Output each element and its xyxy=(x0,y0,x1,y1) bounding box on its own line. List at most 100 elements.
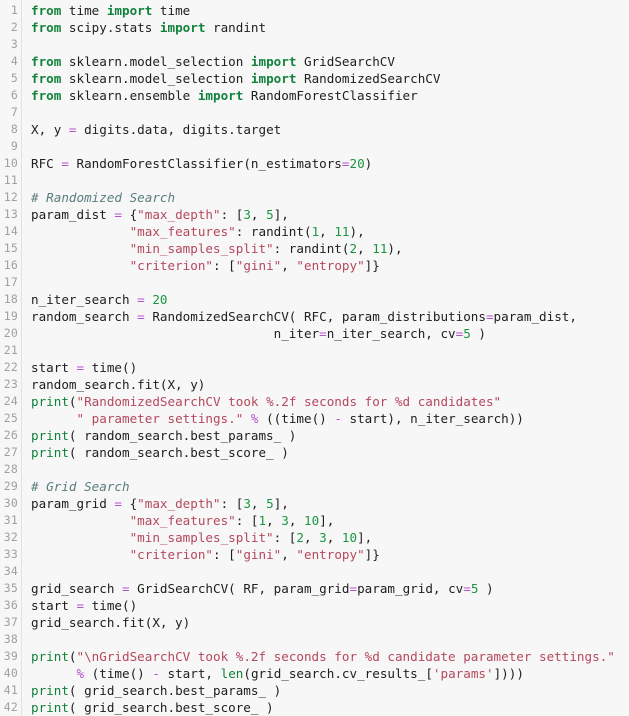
code-line[interactable]: random_search.fit(X, y) xyxy=(31,376,629,393)
code-line[interactable]: "max_features": [1, 3, 10], xyxy=(31,512,629,529)
code-token-pl: , xyxy=(281,547,297,562)
code-token-str: "max_depth" xyxy=(137,207,221,222)
code-line[interactable] xyxy=(31,274,629,291)
code-token-kw: from xyxy=(31,20,69,35)
code-token-pl: : randint( xyxy=(273,241,350,256)
code-token-kw: import xyxy=(159,20,206,35)
code-line[interactable]: grid_search.fit(X, y) xyxy=(31,614,629,631)
code-line[interactable]: from time import time xyxy=(31,2,629,19)
code-token-pl: digits.data, digits.target xyxy=(76,122,282,137)
code-line[interactable] xyxy=(31,461,629,478)
code-line[interactable]: param_grid = {"max_depth": [3, 5], xyxy=(31,495,629,512)
code-line[interactable]: # Grid Search xyxy=(31,478,629,495)
code-token-kw: import xyxy=(250,54,297,69)
code-line[interactable] xyxy=(31,36,629,53)
code-token-str: " parameter settings." xyxy=(76,411,244,426)
code-token-bi: print xyxy=(31,394,69,409)
code-token-num: 20 xyxy=(349,156,365,171)
line-number: 30 xyxy=(3,496,18,510)
code-token-pl: , xyxy=(250,207,267,222)
code-line[interactable]: "min_samples_split": [2, 3, 10], xyxy=(31,529,629,546)
line-number: 18 xyxy=(3,292,18,306)
line-number: 20 xyxy=(3,326,18,340)
code-line[interactable]: from sklearn.model_selection import Rand… xyxy=(31,70,629,87)
code-line[interactable]: print("RandomizedSearchCV took %.2f seco… xyxy=(31,393,629,410)
code-line[interactable] xyxy=(31,172,629,189)
code-line[interactable]: "max_features": randint(1, 11), xyxy=(31,223,629,240)
code-line[interactable]: % (time() - start, len(grid_search.cv_re… xyxy=(31,665,629,682)
code-token-pl: time xyxy=(152,3,191,18)
code-line[interactable]: n_iter_search = 20 xyxy=(31,291,629,308)
code-line[interactable]: grid_search = GridSearchCV( RF, param_gr… xyxy=(31,580,629,597)
code-token-op: = xyxy=(76,360,85,375)
code-line[interactable]: from sklearn.ensemble import RandomFores… xyxy=(31,87,629,104)
code-line[interactable]: "criterion": ["gini", "entropy"]} xyxy=(31,257,629,274)
code-line[interactable] xyxy=(31,104,629,121)
code-token-pl: , xyxy=(326,530,342,545)
code-token-num: 5 xyxy=(266,207,274,222)
code-token-num: 5 xyxy=(463,326,471,341)
code-editor[interactable]: 1 2 3 4 5 6 7 8 9 10 11 12 13 14 15 16 17 18 19 20 21 22 23 24 2… xyxy=(0,0,629,716)
line-number: 29 xyxy=(3,479,18,493)
code-line[interactable]: start = time() xyxy=(31,359,629,376)
code-token-pl: : [ xyxy=(273,530,297,545)
code-line[interactable]: RFC = RandomForestClassifier(n_estimator… xyxy=(31,155,629,172)
code-line[interactable]: print("\nGridSearchCV took %.2f seconds … xyxy=(31,648,629,665)
line-number: 19 xyxy=(3,309,18,323)
code-token-op: % xyxy=(76,666,85,681)
code-line[interactable]: print( random_search.best_params_ ) xyxy=(31,427,629,444)
code-token-pl: ( xyxy=(68,394,77,409)
code-line[interactable]: print( grid_search.best_score_ ) xyxy=(31,699,629,716)
code-line[interactable]: print( grid_search.best_params_ ) xyxy=(31,682,629,699)
code-line[interactable]: random_search = RandomizedSearchCV( RFC,… xyxy=(31,308,629,325)
code-token-str: "RandomizedSearchCV took %.2f seconds fo… xyxy=(76,394,502,409)
code-content-area[interactable]: from time import time from scipy.stats im… xyxy=(22,0,629,716)
code-line[interactable]: "min_samples_split": randint(2, 11), xyxy=(31,240,629,257)
line-number: 36 xyxy=(3,598,18,612)
code-line[interactable]: start = time() xyxy=(31,597,629,614)
code-token-pl: RandomForestClassifier xyxy=(243,88,418,103)
code-line[interactable]: from scipy.stats import randint xyxy=(31,19,629,36)
line-number: 42 xyxy=(3,700,18,714)
code-token-op: = xyxy=(137,309,145,324)
code-token-str: "min_samples_split" xyxy=(129,530,274,545)
code-line[interactable] xyxy=(31,563,629,580)
code-token-pl: ], xyxy=(319,513,335,528)
code-line[interactable]: # Randomized Search xyxy=(31,189,629,206)
code-line[interactable]: "criterion": ["gini", "entropy"]} xyxy=(31,546,629,563)
code-line[interactable] xyxy=(31,342,629,359)
code-line[interactable]: X, y = digits.data, digits.target xyxy=(31,121,629,138)
code-token-pl: RFC xyxy=(31,156,62,171)
code-token-num: 11 xyxy=(334,224,350,239)
code-line[interactable]: from sklearn.model_selection import Grid… xyxy=(31,53,629,70)
code-line[interactable]: " parameter settings." % ((time() - star… xyxy=(31,410,629,427)
code-token-pl: , xyxy=(281,258,297,273)
line-number: 41 xyxy=(3,683,18,697)
code-token-pl: : randint( xyxy=(235,224,312,239)
code-token-str: "min_samples_split" xyxy=(129,241,274,256)
code-line[interactable]: param_dist = {"max_depth": [3, 5], xyxy=(31,206,629,223)
code-token-op: = xyxy=(349,581,358,596)
code-token-num: 3 xyxy=(243,207,251,222)
code-token-bi: print xyxy=(31,649,69,664)
line-number: 38 xyxy=(3,632,18,646)
code-token-str: "entropy" xyxy=(296,547,365,562)
code-token-pl: param_dist, xyxy=(493,309,577,324)
line-number: 10 xyxy=(3,156,18,170)
code-token-pl: ]} xyxy=(364,547,380,562)
code-token-pl: : [ xyxy=(220,207,244,222)
code-line[interactable]: n_iter=n_iter_search, cv=5 ) xyxy=(31,325,629,342)
line-number: 5 xyxy=(10,71,18,85)
code-line[interactable] xyxy=(31,138,629,155)
line-number-gutter: 1 2 3 4 5 6 7 8 9 10 11 12 13 14 15 16 17 18 19 20 21 22 23 24 2… xyxy=(0,0,22,716)
code-token-pl: (grid_search.cv_results_[ xyxy=(243,666,433,681)
code-token-op: = xyxy=(137,292,145,307)
code-token-pl: randint xyxy=(205,20,267,35)
code-line[interactable] xyxy=(31,631,629,648)
code-line[interactable]: print( random_search.best_score_ ) xyxy=(31,444,629,461)
code-token-str: "\nGridSearchCV took %.2f seconds for %d… xyxy=(76,649,615,664)
